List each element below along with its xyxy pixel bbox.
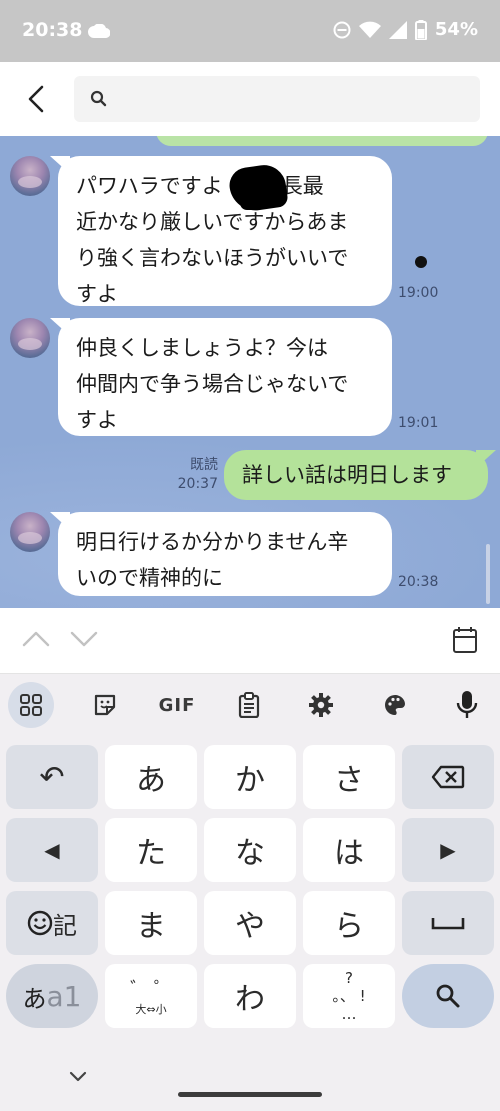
input-mode-key[interactable]: あ a1 xyxy=(6,964,98,1028)
battery-percent: 54% xyxy=(434,19,478,40)
signal-icon xyxy=(388,20,407,39)
search-key[interactable] xyxy=(402,964,494,1028)
key-a[interactable]: あ xyxy=(105,745,197,809)
backspace-key[interactable] xyxy=(402,745,494,809)
message-line: いので精神的に xyxy=(76,566,223,590)
previous-message-bubble xyxy=(156,136,488,146)
sticker-icon[interactable] xyxy=(82,682,128,728)
hide-keyboard-icon[interactable] xyxy=(68,1070,88,1084)
message-line: 仲良くしましょうよ？今は xyxy=(76,336,328,360)
redaction-mark xyxy=(240,196,262,210)
key-na[interactable]: な xyxy=(204,818,296,882)
key-sa[interactable]: さ xyxy=(303,745,395,809)
chat-area[interactable]: パワハラですよ 部長最 近かなり厳しいですからあま り強く言わないほうがいいで す… xyxy=(0,136,500,608)
status-time: 20:38 xyxy=(22,19,83,41)
punctuation-key[interactable]: ? 。、 ! … xyxy=(303,964,395,1028)
message-line: パワハラですよ 部長最 xyxy=(76,174,324,198)
chat-header xyxy=(0,62,500,136)
chevron-up-icon[interactable] xyxy=(22,630,50,648)
message-time: 20:37 xyxy=(177,476,218,492)
message-line: り強く言わないほうがいいで xyxy=(76,246,349,270)
message-line: 仲間内で争う場合じゃないで xyxy=(76,372,349,396)
avatar[interactable] xyxy=(10,156,50,196)
do-not-disturb-icon xyxy=(333,21,351,38)
chevron-down-icon[interactable] xyxy=(70,630,98,648)
sent-message-bubble[interactable]: 詳しい話は明日します xyxy=(224,450,488,500)
search-input[interactable] xyxy=(74,76,480,122)
emoji-icon xyxy=(27,910,53,936)
read-status: 既読 20:37 xyxy=(176,456,218,494)
clipboard-icon[interactable] xyxy=(226,682,272,728)
message-line: すよ xyxy=(76,408,118,432)
read-label: 既読 xyxy=(190,457,218,473)
back-icon[interactable] xyxy=(22,82,52,116)
cloud-icon xyxy=(88,24,110,38)
message-line: 近かなり厳しいですからあま xyxy=(76,210,349,234)
key-ya[interactable]: や xyxy=(204,891,296,955)
apps-icon[interactable] xyxy=(8,682,54,728)
message-bubble[interactable]: 明日行けるか分かりません辛 いので精神的に xyxy=(58,512,392,596)
avatar[interactable] xyxy=(10,318,50,358)
dakuten-key[interactable]: ゛ ゜ 大⇔小 xyxy=(105,964,197,1028)
calendar-icon[interactable] xyxy=(452,626,478,654)
mic-icon[interactable] xyxy=(444,682,490,728)
message-bubble[interactable]: パワハラですよ 部長最 近かなり厳しいですからあま り強く言わないほうがいいで す… xyxy=(58,156,392,306)
space-key[interactable] xyxy=(402,891,494,955)
palette-icon[interactable] xyxy=(372,682,418,728)
key-ma[interactable]: ま xyxy=(105,891,197,955)
cursor-right-key[interactable]: ▶ xyxy=(402,818,494,882)
key-ka[interactable]: か xyxy=(204,745,296,809)
keyboard-toolbar: GIF xyxy=(0,674,500,738)
message-bubble[interactable]: 仲良くしましょうよ？今は 仲間内で争う場合じゃないで すよ xyxy=(58,318,392,436)
message-time: 19:00 xyxy=(398,285,439,301)
space-icon xyxy=(431,918,465,930)
dot-mark xyxy=(415,256,427,268)
message-text: 詳しい話は明日します xyxy=(242,463,452,487)
cursor-left-key[interactable]: ◀ xyxy=(6,818,98,882)
emoji-key[interactable]: 記 xyxy=(6,891,98,955)
message-line: すよ xyxy=(76,282,118,306)
key-ra[interactable]: ら xyxy=(303,891,395,955)
backspace-icon xyxy=(431,765,465,789)
search-icon xyxy=(90,90,107,107)
search-nav-bar xyxy=(0,608,500,674)
scrollbar[interactable] xyxy=(486,544,490,604)
key-wa[interactable]: わ xyxy=(204,964,296,1028)
status-bar: 20:38 54% xyxy=(0,0,500,62)
key-ha[interactable]: は xyxy=(303,818,395,882)
system-nav-area xyxy=(0,1042,500,1111)
gif-button[interactable]: GIF xyxy=(154,682,200,728)
wifi-icon xyxy=(358,21,381,38)
message-time: 20:38 xyxy=(398,574,439,590)
undo-key[interactable]: ↶ xyxy=(6,745,98,809)
home-indicator[interactable] xyxy=(178,1092,322,1097)
message-line: 明日行けるか分かりません辛 xyxy=(76,530,349,554)
battery-icon xyxy=(414,19,427,40)
avatar[interactable] xyxy=(10,512,50,552)
search-icon xyxy=(436,984,460,1008)
message-time: 19:01 xyxy=(398,415,439,431)
settings-icon[interactable] xyxy=(298,682,344,728)
key-ta[interactable]: た xyxy=(105,818,197,882)
